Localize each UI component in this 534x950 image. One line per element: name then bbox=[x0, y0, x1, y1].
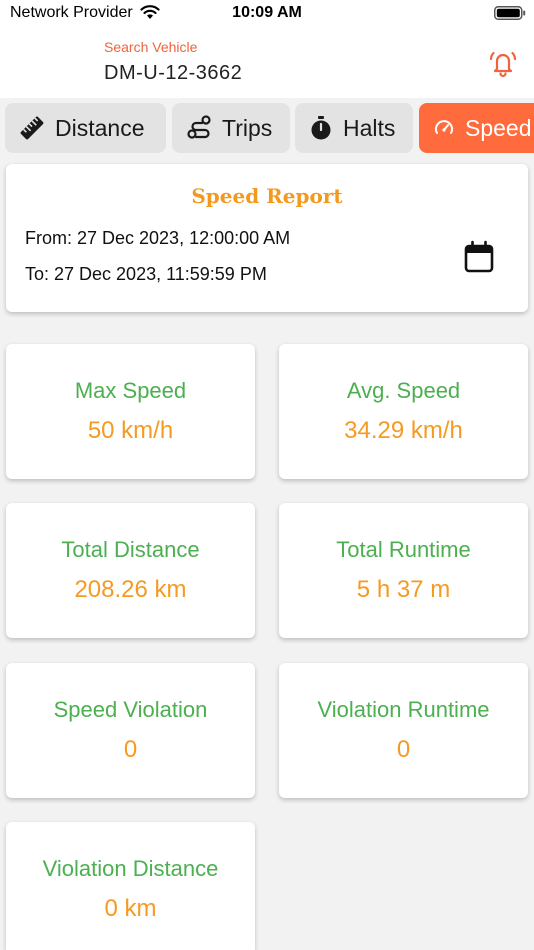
stat-label: Violation Runtime bbox=[317, 697, 490, 722]
ruler-icon bbox=[20, 116, 44, 140]
stat-card-total-runtime: Total Runtime 5 h 37 m bbox=[279, 503, 528, 638]
report-period-card: Speed Report From: 27 Dec 2023, 12:00:00… bbox=[6, 164, 528, 312]
stat-label: Avg. Speed bbox=[346, 378, 461, 403]
stat-card-max-speed: Max Speed 50 km/h bbox=[6, 344, 255, 479]
tab-label: Halts bbox=[343, 114, 396, 141]
app-screen: Network Provider 10:09 AM Search Vehicle… bbox=[0, 0, 534, 950]
stat-card-total-distance: Total Distance 208.26 km bbox=[6, 503, 255, 638]
stat-value: 34.29 km/h bbox=[344, 417, 463, 444]
report-from-date: From: 27 Dec 2023, 12:00:00 AM bbox=[25, 228, 291, 248]
tab-trips[interactable]: Trips bbox=[172, 103, 290, 153]
stat-value: 0 km bbox=[104, 895, 157, 922]
stat-label: Total Distance bbox=[61, 537, 200, 562]
stat-value: 50 km/h bbox=[87, 417, 174, 444]
header: Search Vehicle DM-U-12-3662 bbox=[0, 30, 534, 98]
stat-label: Violation Distance bbox=[42, 856, 219, 881]
clock: 10:09 AM bbox=[232, 4, 302, 21]
stopwatch-icon bbox=[311, 116, 331, 140]
speedometer-icon bbox=[435, 120, 453, 134]
report-tabs: Distance Trips Halts Speed bbox=[5, 103, 534, 153]
vehicle-id: DM-U-12-3662 bbox=[104, 62, 243, 84]
stat-label: Total Runtime bbox=[336, 537, 471, 562]
alarm-bell-icon[interactable] bbox=[488, 48, 518, 78]
stat-label: Speed Violation bbox=[53, 697, 208, 722]
search-vehicle-label: Search Vehicle bbox=[104, 39, 198, 55]
stat-value: 0 bbox=[396, 736, 411, 763]
tab-label: Trips bbox=[222, 114, 273, 141]
tab-label: Speed bbox=[465, 114, 532, 141]
stat-label: Max Speed bbox=[74, 378, 187, 403]
stat-value: 208.26 km bbox=[74, 576, 187, 603]
report-to-date: To: 27 Dec 2023, 11:59:59 PM bbox=[25, 264, 267, 284]
stat-card-violation-runtime: Violation Runtime 0 bbox=[279, 663, 528, 798]
stat-card-violation-distance: Violation Distance 0 km bbox=[6, 822, 255, 950]
status-bar: Network Provider 10:09 AM bbox=[0, 0, 534, 30]
stat-value: 0 bbox=[123, 736, 138, 763]
tab-label: Distance bbox=[55, 114, 145, 141]
battery-icon bbox=[494, 6, 526, 20]
stat-value: 5 h 37 m bbox=[356, 576, 451, 603]
tab-speed[interactable]: Speed bbox=[419, 103, 534, 153]
tab-distance[interactable]: Distance bbox=[5, 103, 166, 153]
report-title: Speed Report bbox=[191, 184, 343, 208]
stat-card-avg-speed: Avg. Speed 34.29 km/h bbox=[279, 344, 528, 479]
stat-card-speed-violation: Speed Violation 0 bbox=[6, 663, 255, 798]
calendar-icon[interactable] bbox=[464, 240, 494, 274]
tab-halts[interactable]: Halts bbox=[295, 103, 413, 153]
route-icon bbox=[187, 115, 211, 139]
